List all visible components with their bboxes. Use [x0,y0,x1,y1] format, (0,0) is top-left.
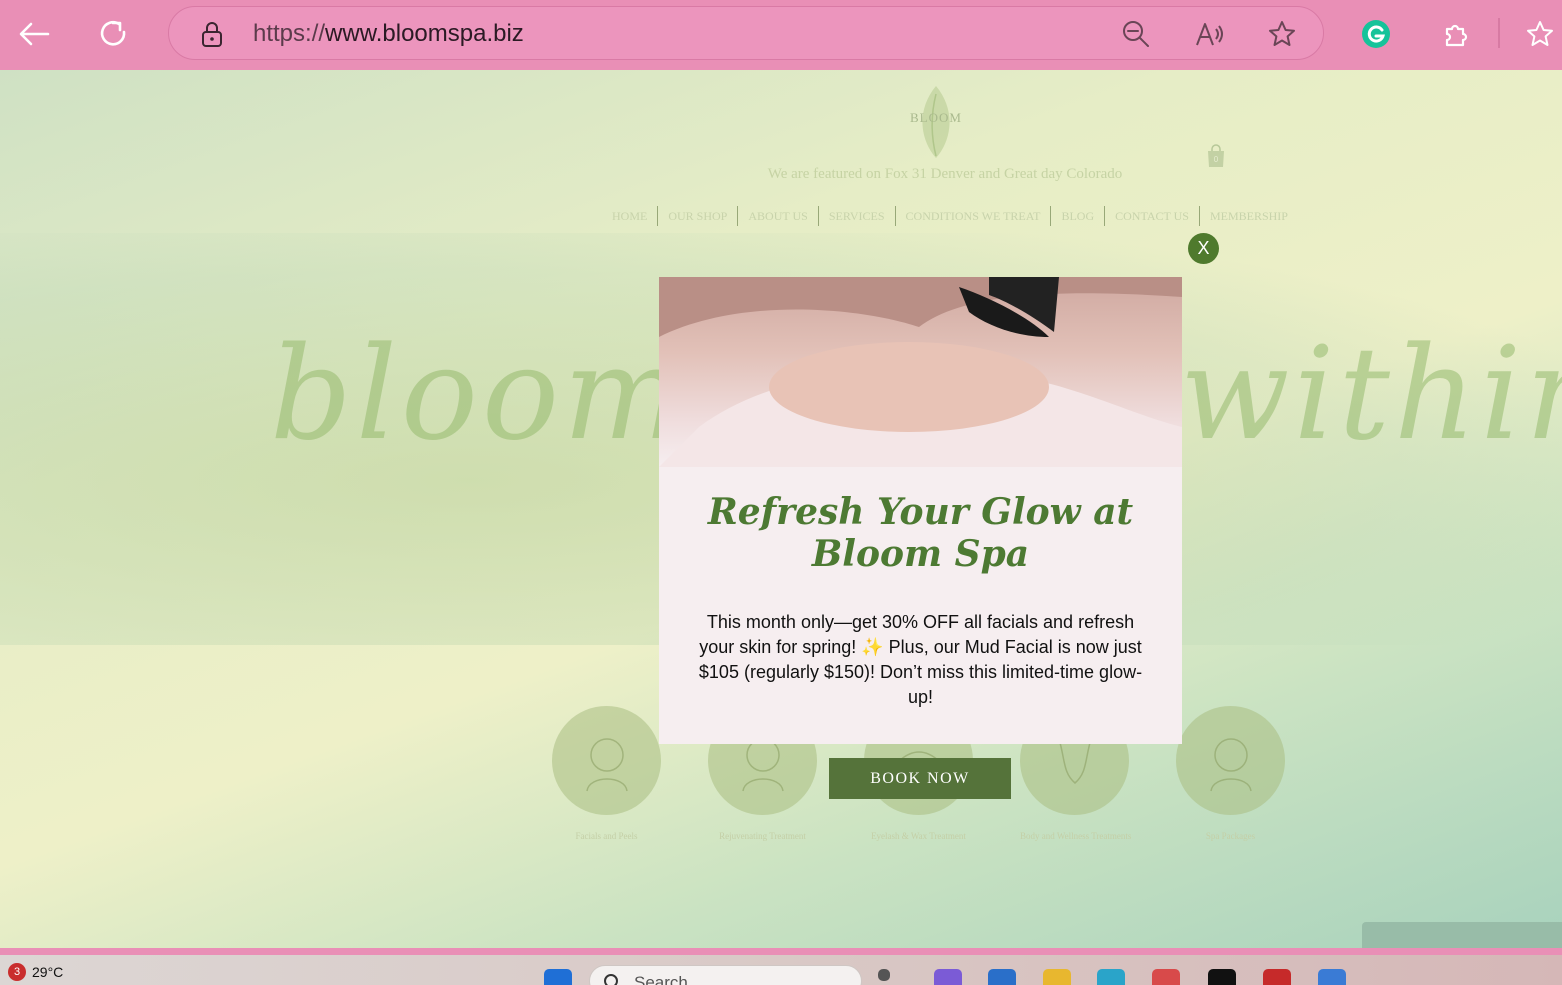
spa-face-icon [1176,706,1285,815]
photos-icon[interactable] [1318,969,1346,985]
notification-badge: 3 [8,963,26,981]
popup-body-text: This month only—get 30% OFF all facials … [698,612,1143,707]
read-aloud-icon[interactable] [1193,17,1227,51]
task-view-icon[interactable] [878,969,890,981]
nav-services[interactable]: SERVICES [819,206,896,226]
popup-headline: Refresh Your Glow at Bloom Spa [707,491,1134,575]
taskbar-search[interactable]: Search [589,965,862,985]
nav-contact-us[interactable]: CONTACT US [1105,206,1200,226]
windows-taskbar: 3 29°C Search [0,955,1562,985]
category-spa-packages[interactable]: Spa Packages [1176,706,1285,841]
category-facials[interactable]: Facials and Peels [552,706,661,841]
nav-blog[interactable]: BLOG [1051,206,1106,226]
copilot-icon[interactable] [934,969,962,985]
browser-toolbar: https://www.bloomspa.biz [0,0,1562,68]
nav-conditions[interactable]: CONDITIONS WE TREAT [896,206,1052,226]
book-now-button[interactable]: BOOK NOW [829,758,1011,799]
facial-treatment-image [659,277,1182,467]
tiktok-icon[interactable] [1208,969,1236,985]
grammarly-extension-icon[interactable] [1356,14,1396,54]
edge-browser-icon[interactable] [1097,969,1125,985]
address-bar[interactable]: https://www.bloomspa.biz [168,6,1324,60]
lock-icon[interactable] [195,17,229,51]
refresh-icon[interactable] [94,14,134,54]
logo-text: BLOOM [910,110,962,125]
hero-script-left: bloom [270,320,689,469]
svg-text:0: 0 [1214,155,1219,164]
weather-widget[interactable]: 3 29°C [8,963,63,981]
url-text[interactable]: https://www.bloomspa.biz [253,20,524,48]
nav-home[interactable]: HOME [602,206,659,226]
main-nav: HOME OUR SHOP ABOUT US SERVICES CONDITIO… [602,206,1298,226]
temperature-text: 29°C [32,964,64,980]
favorites-icon[interactable] [1522,14,1562,54]
file-explorer-icon[interactable] [1043,969,1071,985]
nav-our-shop[interactable]: OUR SHOP [658,206,739,226]
chat-widget-edge[interactable] [1362,922,1562,948]
search-icon [604,974,618,985]
featured-banner-text: We are featured on Fox 31 Denver and Gre… [767,166,1123,182]
nav-about-us[interactable]: ABOUT US [738,206,819,226]
extensions-puzzle-icon[interactable] [1436,14,1476,54]
tb-app-icon[interactable] [1263,969,1291,985]
hero-script-right: within [1180,320,1562,469]
shopping-bag-icon[interactable]: 0 [1206,144,1226,168]
toolbar-divider [1498,18,1500,48]
store-icon[interactable] [988,969,1016,985]
favorite-star-icon[interactable] [1265,17,1299,51]
face-icon [552,706,661,815]
back-arrow-icon[interactable] [14,14,54,54]
start-windows-icon[interactable] [544,969,572,985]
nav-membership[interactable]: MEMBERSHIP [1200,206,1298,226]
app-icon[interactable] [1152,969,1180,985]
promo-popup: Refresh Your Glow at Bloom Spa This mont… [659,277,1182,744]
popup-close-button[interactable]: X [1188,233,1219,264]
zoom-out-icon[interactable] [1119,17,1153,51]
